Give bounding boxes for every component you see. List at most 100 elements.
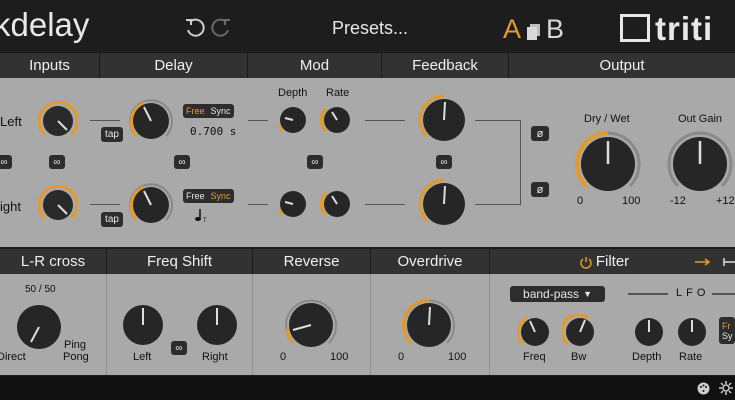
filter-freq-knob[interactable] (517, 314, 553, 350)
drywet-max: 100 (622, 195, 641, 207)
lfo-sync-option[interactable]: Sy (719, 331, 735, 341)
wire (248, 204, 268, 205)
delay-time-top-knob[interactable] (128, 98, 174, 144)
copy-icon[interactable] (527, 24, 541, 40)
feedback-top-knob[interactable] (418, 94, 470, 146)
input-link-left-icon[interactable]: ∞ (0, 155, 12, 169)
divider (370, 274, 371, 375)
sync-option[interactable]: Sync (208, 106, 234, 116)
delay-time-bottom-knob[interactable] (128, 182, 174, 228)
overdrive-min: 0 (398, 351, 405, 363)
redo-icon[interactable] (210, 17, 232, 39)
freq-shift-link-icon[interactable]: ∞ (171, 341, 187, 355)
lr-cross-knob[interactable] (14, 302, 64, 352)
filter-type-dropdown[interactable]: band-pass ▼ (510, 286, 605, 302)
input-left-label: Left (0, 114, 22, 129)
input-right-knob[interactable] (38, 185, 78, 225)
section-label: Delay (154, 57, 193, 74)
mod-rate-label: Rate (326, 87, 350, 99)
section-label: Output (599, 57, 645, 74)
divider (489, 274, 490, 375)
freq-shift-left-knob[interactable] (120, 302, 166, 348)
presets-menu[interactable]: Presets... (332, 18, 408, 39)
mod-depth-label: Depth (278, 87, 308, 99)
section-label: L-R cross (20, 253, 86, 270)
input-right-label: ight (0, 199, 21, 214)
overdrive-max: 100 (448, 351, 467, 363)
plugin-title: kdelay (0, 6, 90, 43)
reverse-knob[interactable] (284, 298, 338, 352)
section-label: Reverse (283, 253, 340, 270)
feedback-invert-top-button[interactable]: ø (531, 126, 549, 141)
brand-name: triti (655, 10, 714, 47)
lfo-line-right (712, 293, 735, 295)
overdrive-knob[interactable] (402, 298, 456, 352)
filter-bw-knob[interactable] (562, 314, 598, 350)
mod-depth-bottom-knob[interactable] (276, 187, 310, 221)
filter-power-icon[interactable] (579, 255, 593, 269)
outgain-max: +12 (716, 195, 735, 207)
section-reverse-header: Reverse (253, 249, 370, 274)
wire (475, 204, 520, 205)
wire (520, 120, 521, 205)
mod-rate-top-knob[interactable] (320, 103, 354, 137)
divider (106, 274, 107, 375)
note-value-icon[interactable]: T (193, 207, 209, 223)
input-link-icon[interactable]: ∞ (49, 155, 65, 169)
free-option[interactable]: Free (183, 191, 208, 201)
free-option[interactable]: Free (183, 106, 208, 116)
lfo-rate-knob[interactable] (674, 314, 710, 350)
mod-rate-bottom-knob[interactable] (320, 187, 354, 221)
preset-b-button[interactable]: B (546, 14, 564, 45)
delay-tap-top-button[interactable]: tap (101, 127, 123, 142)
svg-text:T: T (203, 218, 207, 223)
lfo-label: LFO (676, 287, 710, 299)
feedback-invert-bottom-button[interactable]: ø (531, 182, 549, 197)
freq-shift-right-label: Right (202, 351, 228, 363)
undo-icon[interactable] (184, 17, 206, 39)
section-delay-header: Delay (100, 53, 247, 78)
feedback-link-icon[interactable]: ∞ (436, 155, 452, 169)
drywet-min: 0 (577, 195, 584, 207)
filter-bw-label: Bw (571, 351, 587, 363)
delay-tap-bottom-button[interactable]: tap (101, 212, 123, 227)
section-output-header: Output (509, 53, 735, 78)
feedback-bottom-knob[interactable] (418, 178, 470, 230)
freq-shift-left-label: Left (133, 351, 152, 363)
status-bar (0, 376, 735, 400)
wire (475, 120, 520, 121)
divider (252, 274, 253, 375)
mod-depth-top-knob[interactable] (276, 103, 310, 137)
filter-type-value: band-pass (523, 287, 580, 301)
bottom-panel (0, 274, 735, 375)
settings-gear-icon[interactable] (719, 381, 733, 395)
outgain-label: Out Gain (678, 113, 723, 125)
mod-link-icon[interactable]: ∞ (307, 155, 323, 169)
midi-icon[interactable] (697, 382, 710, 395)
drywet-knob[interactable] (575, 131, 641, 197)
chevron-down-icon: ▼ (583, 289, 592, 299)
reverse-min: 0 (280, 351, 287, 363)
lfo-rate-label: Rate (679, 351, 703, 363)
wire (90, 204, 120, 205)
filter-route-icon[interactable] (695, 256, 711, 268)
section-overdrive-header: Overdrive (371, 249, 489, 274)
delay-top-mode-toggle[interactable]: Free Sync (183, 104, 234, 118)
filter-route2-icon[interactable] (722, 256, 735, 268)
preset-a-button[interactable]: A (503, 14, 521, 45)
filter-freq-label: Freq (523, 351, 546, 363)
lfo-mode-toggle[interactable]: Fr Sy (719, 317, 735, 344)
wire (248, 120, 268, 121)
lfo-free-option[interactable]: Fr (719, 321, 734, 331)
input-left-knob[interactable] (38, 101, 78, 141)
lfo-depth-knob[interactable] (631, 314, 667, 350)
sync-option[interactable]: Sync (208, 191, 234, 201)
delay-link-icon[interactable]: ∞ (174, 155, 190, 169)
freq-shift-right-knob[interactable] (194, 302, 240, 348)
reverse-max: 100 (330, 351, 349, 363)
outgain-min: -12 (670, 195, 686, 207)
wire (90, 120, 120, 121)
delay-bottom-mode-toggle[interactable]: Free Sync (183, 189, 234, 203)
lfo-depth-label: Depth (632, 351, 662, 363)
outgain-knob[interactable] (667, 131, 733, 197)
